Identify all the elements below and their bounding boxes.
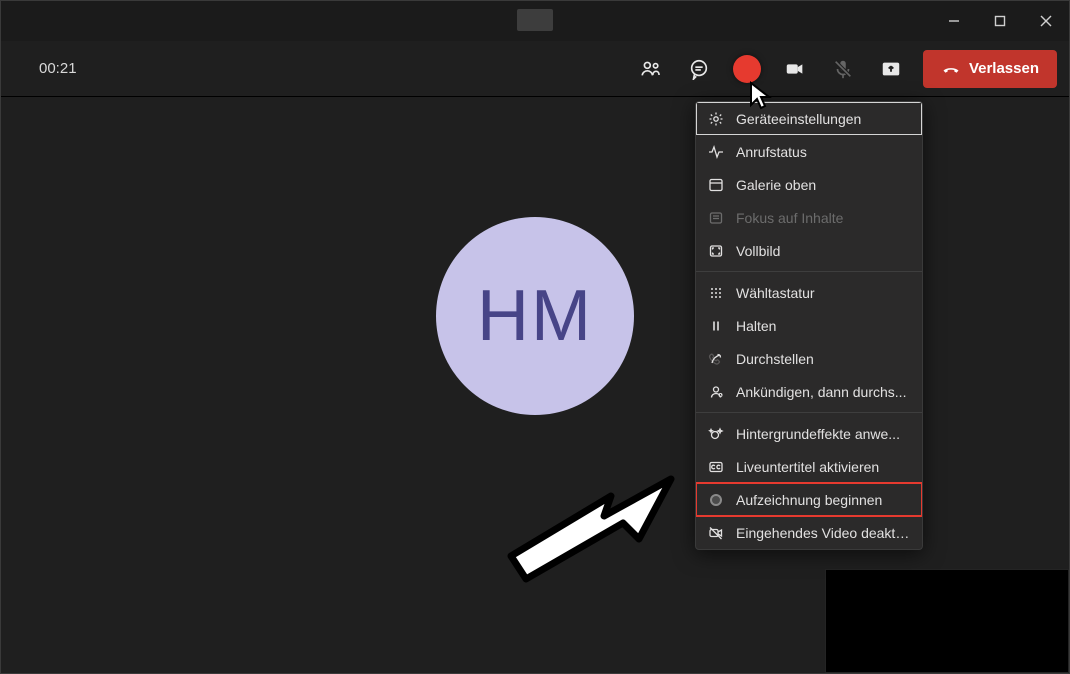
avatar-initials: HM <box>477 275 593 357</box>
transfer-icon <box>708 351 724 367</box>
menu-item-hold[interactable]: Halten <box>696 309 922 342</box>
menu-item-label: Galerie oben <box>736 177 910 193</box>
dialpad-icon <box>708 285 724 301</box>
menu-item-dialpad[interactable]: Wähltastatur <box>696 276 922 309</box>
call-toolbar: 00:21 <box>1 41 1069 97</box>
menu-item-label: Hintergrundeffekte anwe... <box>736 426 910 442</box>
pause-icon <box>708 318 724 334</box>
menu-item-label: Anrufstatus <box>736 144 910 160</box>
highlight-dot-annotation <box>733 55 761 83</box>
menu-item-label: Wähltastatur <box>736 285 910 301</box>
menu-item-label: Eingehendes Video deakti... <box>736 525 910 541</box>
activity-icon <box>708 144 724 160</box>
menu-item-live-captions[interactable]: Liveuntertitel aktivieren <box>696 450 922 483</box>
focus-icon <box>708 210 724 226</box>
menu-item-label: Durchstellen <box>736 351 910 367</box>
menu-item-gallery-top[interactable]: Galerie oben <box>696 168 922 201</box>
menu-item-label: Vollbild <box>736 243 910 259</box>
more-actions-menu: Geräteeinstellungen Anrufstatus Galerie ob… <box>695 101 923 550</box>
gear-icon <box>708 111 724 127</box>
menu-item-label: Fokus auf Inhalte <box>736 210 910 226</box>
menu-item-call-health[interactable]: Anrufstatus <box>696 135 922 168</box>
menu-item-bg-effects[interactable]: Hintergrundeffekte anwe... <box>696 417 922 450</box>
menu-item-transfer[interactable]: Durchstellen <box>696 342 922 375</box>
window-title-bar <box>1 1 1069 41</box>
participant-avatar: HM <box>436 217 634 415</box>
menu-item-label: Geräteeinstellungen <box>736 111 910 127</box>
maximize-button[interactable] <box>977 1 1023 41</box>
self-preview-pip[interactable] <box>825 569 1069 673</box>
leave-call-button[interactable]: Verlassen <box>923 50 1057 88</box>
menu-separator <box>696 412 922 413</box>
microphone-toggle-button[interactable] <box>819 49 867 89</box>
cc-icon <box>708 459 724 475</box>
menu-item-disable-incoming-video[interactable]: Eingehendes Video deakti... <box>696 516 922 549</box>
sparkle-icon <box>708 426 724 442</box>
more-actions-button[interactable] <box>723 49 771 89</box>
menu-item-start-recording[interactable]: Aufzeichnung beginnen <box>696 483 922 516</box>
share-screen-button[interactable] <box>867 49 915 89</box>
announce-icon <box>708 384 724 400</box>
chat-button[interactable] <box>675 49 723 89</box>
menu-item-label: Aufzeichnung beginnen <box>736 492 910 508</box>
menu-item-device-settings[interactable]: Geräteeinstellungen <box>696 102 922 135</box>
menu-item-fullscreen[interactable]: Vollbild <box>696 234 922 267</box>
expand-icon <box>708 243 724 259</box>
title-bar-drag-handle[interactable] <box>517 9 553 31</box>
participants-button[interactable] <box>627 49 675 89</box>
menu-item-label: Liveuntertitel aktivieren <box>736 459 910 475</box>
menu-item-announce-transfer[interactable]: Ankündigen, dann durchs... <box>696 375 922 408</box>
layout-icon <box>708 177 724 193</box>
menu-item-label: Halten <box>736 318 910 334</box>
leave-call-label: Verlassen <box>969 60 1039 77</box>
menu-item-focus-content: Fokus auf Inhalte <box>696 201 922 234</box>
minimize-button[interactable] <box>931 1 977 41</box>
record-icon <box>708 492 724 508</box>
call-timer: 00:21 <box>39 60 77 77</box>
menu-separator <box>696 271 922 272</box>
close-window-button[interactable] <box>1023 1 1069 41</box>
menu-item-label: Ankündigen, dann durchs... <box>736 384 910 400</box>
camera-toggle-button[interactable] <box>771 49 819 89</box>
video-off-icon <box>708 525 724 541</box>
